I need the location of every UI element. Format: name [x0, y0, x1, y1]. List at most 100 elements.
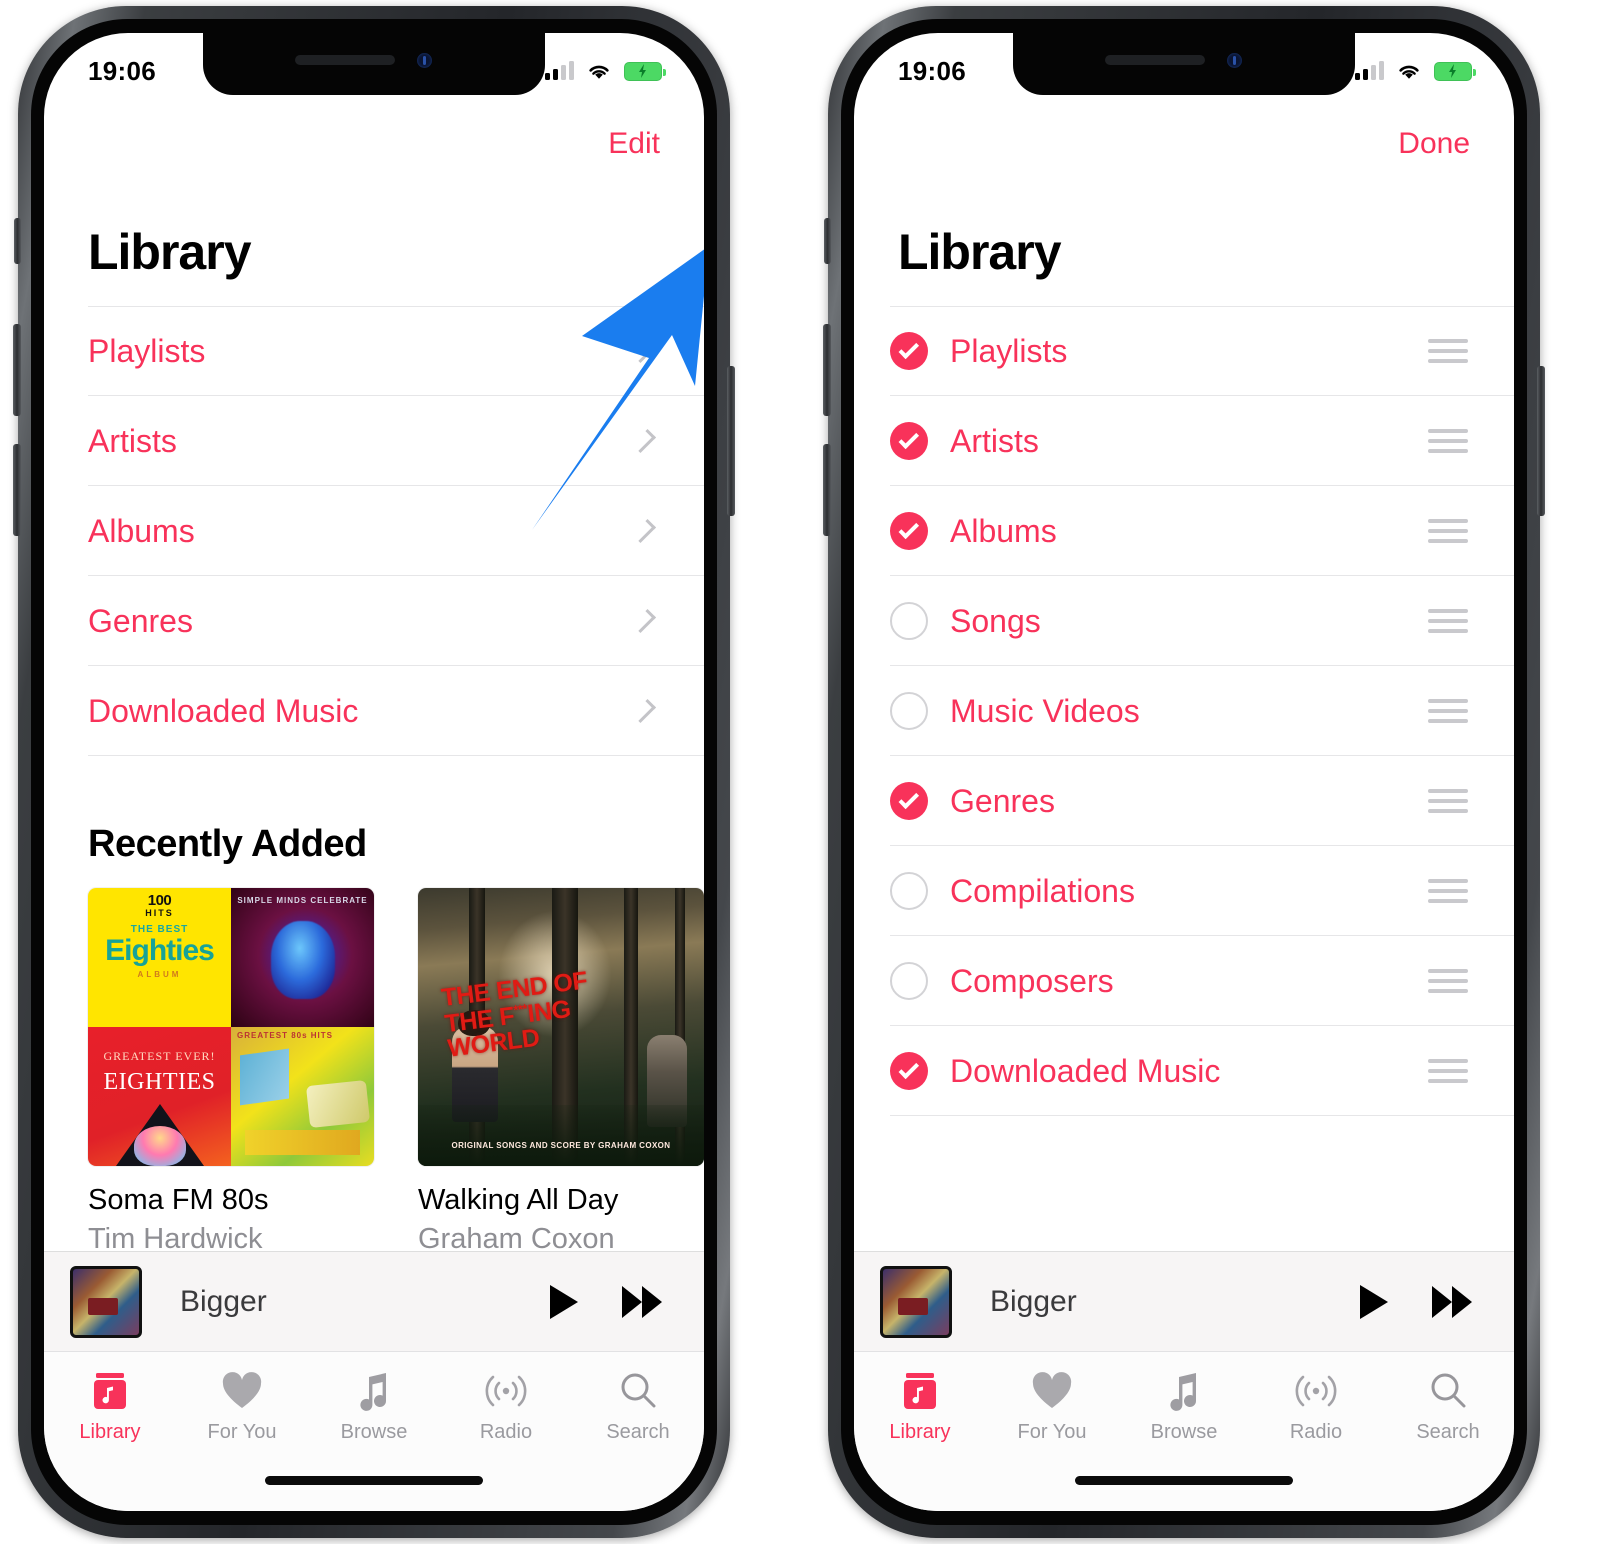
fast-forward-button[interactable]: [1432, 1285, 1472, 1318]
tab-for-you[interactable]: For You: [176, 1368, 308, 1444]
library-category-list: Playlists Artists Albums Genres Download…: [44, 306, 704, 756]
album-artwork-walking-all-day: THE END OF THE F***ING WORLD ORIGINAL SO…: [418, 888, 704, 1166]
silent-switch[interactable]: [14, 218, 21, 264]
tab-label: For You: [1017, 1421, 1087, 1443]
edit-item-label: Albums: [950, 512, 1057, 549]
mini-player-controls: [550, 1284, 662, 1319]
album-artwork-soma-fm: 100 HITS THE BEST Eighties ALBUM SIMPLE …: [88, 888, 374, 1166]
edit-list-item[interactable]: Genres: [854, 756, 1514, 846]
edit-list-item[interactable]: Songs: [854, 576, 1514, 666]
edit-list-item[interactable]: Compilations: [854, 846, 1514, 936]
edit-list-item[interactable]: Downloaded Music: [854, 1026, 1514, 1116]
volume-down-button[interactable]: [13, 444, 21, 536]
play-button[interactable]: [1360, 1284, 1388, 1319]
volume-down-button[interactable]: [823, 444, 831, 536]
list-item[interactable]: Albums: [44, 486, 704, 576]
edit-item-label: Songs: [950, 602, 1041, 639]
reorder-grip-icon[interactable]: [1428, 609, 1468, 633]
front-camera: [417, 53, 432, 68]
recently-added-heading: Recently Added: [88, 823, 367, 865]
volume-up-button[interactable]: [823, 324, 831, 416]
now-playing-title: Bigger: [990, 1284, 1077, 1318]
right-nav-bar: Done: [854, 95, 1514, 205]
mini-player[interactable]: Bigger: [854, 1251, 1514, 1351]
list-item-label: Artists: [88, 422, 177, 459]
done-button[interactable]: Done: [1398, 127, 1470, 161]
home-indicator[interactable]: [1075, 1476, 1293, 1485]
album-title: Soma FM 80s: [88, 1184, 269, 1216]
mini-player-controls: [1360, 1284, 1472, 1319]
fast-forward-button[interactable]: [622, 1285, 662, 1318]
tab-label: Browse: [340, 1421, 408, 1443]
now-playing-title: Bigger: [180, 1284, 267, 1318]
list-item[interactable]: Artists: [44, 396, 704, 486]
tab-label: Browse: [1150, 1421, 1218, 1443]
reorder-grip-icon[interactable]: [1428, 879, 1468, 903]
checkmark-selected-icon[interactable]: [890, 782, 928, 820]
album-card[interactable]: THE END OF THE F***ING WORLD ORIGINAL SO…: [418, 888, 704, 1256]
list-item[interactable]: Downloaded Music: [44, 666, 704, 756]
list-item[interactable]: Genres: [44, 576, 704, 666]
checkmark-unselected-icon[interactable]: [890, 962, 928, 1000]
volume-up-button[interactable]: [13, 324, 21, 416]
artwork-greatest-text: GREATEST EVER!: [103, 1049, 216, 1063]
tab-bar: Library For You Browse Radio Search: [44, 1351, 704, 1511]
checkmark-unselected-icon[interactable]: [890, 692, 928, 730]
edit-list-item[interactable]: Playlists: [854, 306, 1514, 396]
reorder-grip-icon[interactable]: [1428, 699, 1468, 723]
checkmark-selected-icon[interactable]: [890, 1052, 928, 1090]
left-phone-bezel: 19:06 Edit Library Playlists Artists Alb…: [31, 19, 717, 1525]
tab-browse[interactable]: Browse: [308, 1368, 440, 1444]
radio-waves-icon: [1293, 1368, 1339, 1414]
checkmark-selected-icon[interactable]: [890, 422, 928, 460]
reorder-grip-icon[interactable]: [1428, 429, 1468, 453]
power-button[interactable]: [1537, 366, 1545, 516]
album-title: Walking All Day: [418, 1184, 619, 1216]
reorder-grip-icon[interactable]: [1428, 519, 1468, 543]
list-item-label: Downloaded Music: [88, 692, 359, 729]
front-camera: [1227, 53, 1242, 68]
mini-player[interactable]: Bigger: [44, 1251, 704, 1351]
library-icon: [903, 1368, 937, 1414]
edit-list-item[interactable]: Composers: [854, 936, 1514, 1026]
search-icon: [1428, 1368, 1468, 1414]
notch: [1013, 33, 1355, 95]
wifi-icon: [586, 62, 612, 81]
tab-library[interactable]: Library: [44, 1368, 176, 1444]
play-button[interactable]: [550, 1284, 578, 1319]
battery-charging-icon: [624, 61, 666, 81]
album-card[interactable]: 100 HITS THE BEST Eighties ALBUM SIMPLE …: [88, 888, 374, 1256]
artwork-quadrant-3: GREATEST EVER! EIGHTIES: [88, 1027, 231, 1166]
battery-charging-icon: [1434, 61, 1476, 81]
tab-browse[interactable]: Browse: [1118, 1368, 1250, 1444]
tab-library[interactable]: Library: [854, 1368, 986, 1444]
tab-radio[interactable]: Radio: [440, 1368, 572, 1444]
edit-list-item[interactable]: Albums: [854, 486, 1514, 576]
home-indicator[interactable]: [265, 1476, 483, 1485]
reorder-grip-icon[interactable]: [1428, 969, 1468, 993]
silent-switch[interactable]: [824, 218, 831, 264]
tab-label: Library: [889, 1421, 951, 1443]
reorder-grip-icon[interactable]: [1428, 339, 1468, 363]
heart-icon: [221, 1368, 263, 1414]
checkmark-unselected-icon[interactable]: [890, 872, 928, 910]
power-button[interactable]: [727, 366, 735, 516]
now-playing-artwork: [70, 1265, 142, 1338]
reorder-grip-icon[interactable]: [1428, 1059, 1468, 1083]
edit-list-item[interactable]: Music Videos: [854, 666, 1514, 756]
artwork-eighties-text: Eighties: [105, 934, 215, 967]
left-phone-screen: 19:06 Edit Library Playlists Artists Alb…: [44, 33, 704, 1511]
edit-list-item[interactable]: Artists: [854, 396, 1514, 486]
checkmark-selected-icon[interactable]: [890, 512, 928, 550]
list-item[interactable]: Playlists: [44, 306, 704, 396]
checkmark-unselected-icon[interactable]: [890, 602, 928, 640]
tab-radio[interactable]: Radio: [1250, 1368, 1382, 1444]
tab-search[interactable]: Search: [572, 1368, 704, 1444]
artwork-hits-number: 100 HITS: [145, 892, 174, 918]
checkmark-selected-icon[interactable]: [890, 332, 928, 370]
reorder-grip-icon[interactable]: [1428, 789, 1468, 813]
right-phone-device: 19:06 Done Library Playlists Artists Alb…: [823, 6, 1545, 1538]
tab-search[interactable]: Search: [1382, 1368, 1514, 1444]
edit-button[interactable]: Edit: [608, 127, 660, 161]
tab-for-you[interactable]: For You: [986, 1368, 1118, 1444]
